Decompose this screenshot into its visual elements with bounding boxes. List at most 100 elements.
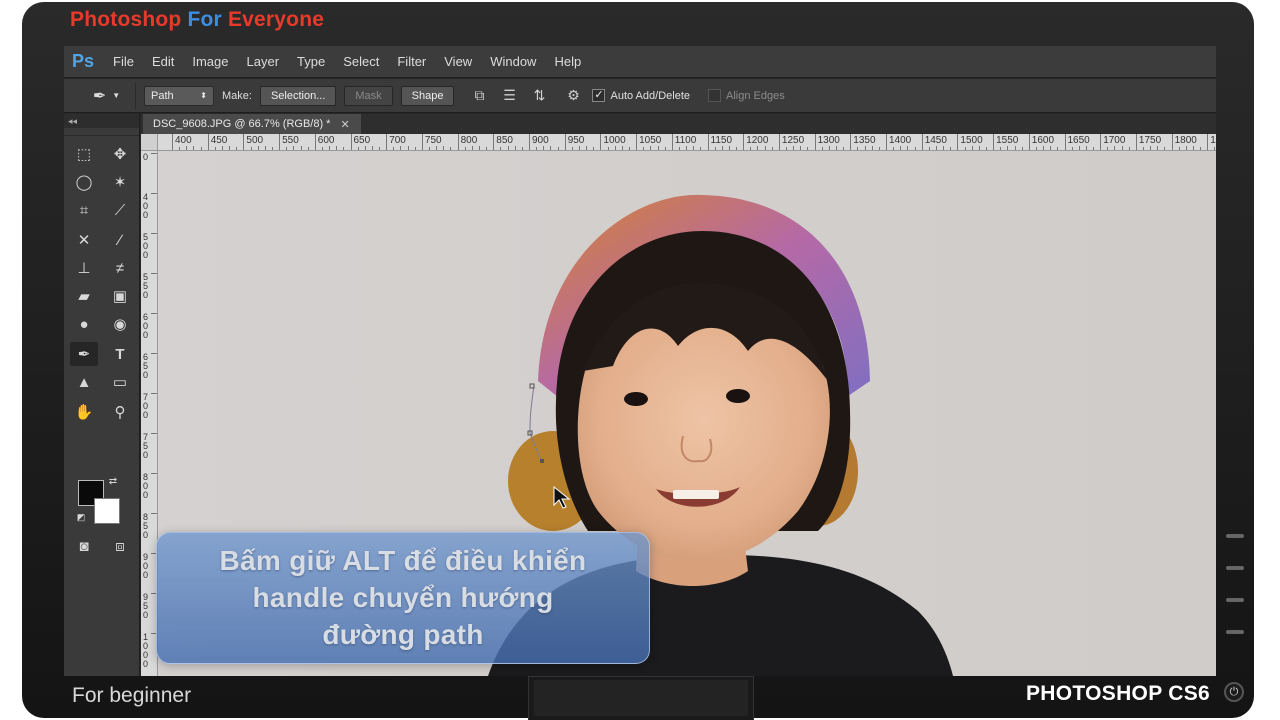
quick-mask-icon[interactable]: ◙	[70, 534, 98, 558]
collapse-toolbox-icon[interactable]: ◂◂	[64, 114, 139, 128]
ruler-h-label: 1200	[746, 135, 769, 146]
zoom-tool-icon[interactable]: ⚲	[106, 400, 134, 424]
type-tool-icon[interactable]: T	[106, 342, 134, 366]
ruler-h-minor-tick	[971, 146, 973, 150]
ruler-h-label: 1450	[924, 135, 947, 146]
ruler-v-label: 1 0 0 0	[143, 632, 149, 669]
background-color-swatch[interactable]	[94, 498, 120, 524]
ruler-h-label: 1750	[1138, 135, 1162, 146]
ruler-h-minor-tick	[507, 146, 509, 150]
menu-layer[interactable]: Layer	[238, 54, 289, 69]
ruler-h-label: 950	[567, 135, 585, 146]
ruler-v-tick	[151, 513, 157, 514]
document-tab[interactable]: DSC_9608.JPG @ 66.7% (RGB/8) * ✕	[143, 114, 361, 134]
ruler-h-minor-tick	[893, 147, 895, 150]
ruler-h-minor-tick	[200, 147, 202, 150]
path-selection-tool-icon[interactable]: ▲	[70, 370, 98, 394]
menu-select[interactable]: Select	[334, 54, 388, 69]
ruler-h-tick	[207, 134, 209, 150]
tool-preset-picker[interactable]: ✒ ▼	[78, 82, 136, 109]
ruler-h-label: 1300	[817, 135, 840, 146]
magic-wand-tool-icon[interactable]: ✶	[106, 170, 134, 194]
menu-type[interactable]: Type	[288, 54, 334, 69]
gear-icon[interactable]: ⚙	[562, 85, 584, 107]
ruler-h-tick	[886, 134, 887, 150]
ruler-h-minor-tick	[1021, 147, 1023, 150]
close-icon[interactable]: ✕	[340, 118, 349, 131]
ruler-h-tick	[279, 134, 281, 150]
ruler-h-minor-tick	[1178, 147, 1180, 150]
pen-mode-value: Path	[151, 89, 174, 102]
pen-mode-select[interactable]: Path ⬍	[144, 85, 214, 106]
menu-window[interactable]: Window	[481, 54, 545, 69]
eyedropper-tool-icon[interactable]: ⟋	[106, 198, 134, 222]
dodge-tool-icon[interactable]: ◉	[106, 312, 134, 336]
ruler-v-tick	[151, 153, 157, 154]
ruler-h-minor-tick	[179, 147, 181, 150]
ruler-h-minor-tick	[429, 147, 431, 150]
default-colors-icon[interactable]: ◩	[74, 510, 88, 524]
ruler-h-minor-tick	[714, 147, 716, 150]
ruler-corner[interactable]	[141, 134, 158, 151]
menu-file[interactable]: File	[104, 54, 143, 69]
align-edges-checkbox[interactable]	[708, 89, 721, 102]
brush-tool-icon[interactable]: ∕	[106, 228, 134, 252]
ruler-h-label: 450	[210, 135, 228, 146]
subtitle-line-2: handle chuyển hướng	[252, 582, 554, 613]
photoshop-window: Ps File Edit Image Layer Type Select Fil…	[64, 46, 1216, 676]
hand-tool-icon[interactable]: ✋	[70, 400, 98, 424]
move-tool-icon[interactable]: ✥	[106, 142, 134, 166]
clone-stamp-tool-icon[interactable]: ⊥	[70, 256, 98, 280]
menu-image[interactable]: Image	[183, 54, 237, 69]
swap-colors-icon[interactable]: ⇄	[106, 474, 120, 488]
crop-tool-icon[interactable]: ⌗	[70, 198, 98, 222]
ruler-h-label: 1500	[960, 135, 983, 146]
path-operations-icon[interactable]: ⧉	[468, 85, 490, 107]
screen-mode-icon[interactable]: ⧈	[106, 534, 134, 558]
document-tab-title: DSC_9608.JPG @ 66.7% (RGB/8) *	[153, 118, 331, 130]
ruler-h-minor-tick	[543, 146, 545, 150]
menu-filter[interactable]: Filter	[388, 54, 435, 69]
rectangle-tool-icon[interactable]: ▭	[106, 370, 134, 394]
ruler-h-minor-tick	[693, 146, 695, 150]
ruler-h-tick	[350, 134, 352, 150]
ruler-v-label: 4 0 0	[143, 192, 149, 220]
blur-tool-icon[interactable]: ●	[70, 312, 98, 336]
marquee-tool-icon[interactable]: ⬚	[70, 142, 98, 166]
ruler-h-minor-tick	[379, 147, 381, 150]
ruler-h-minor-tick	[728, 146, 730, 150]
lasso-tool-icon[interactable]: ◯	[70, 170, 98, 194]
ruler-h-tick	[957, 134, 959, 150]
auto-add-delete-checkbox[interactable]: ✓	[592, 89, 606, 102]
menu-help[interactable]: Help	[545, 54, 590, 69]
ruler-v-label: 9 0 0	[143, 552, 149, 580]
ruler-h-minor-tick	[514, 146, 516, 150]
menu-edit[interactable]: Edit	[143, 54, 183, 69]
make-mask-button[interactable]: Mask	[344, 85, 393, 106]
history-brush-tool-icon[interactable]: ≠	[106, 256, 134, 280]
horizontal-ruler[interactable]: 400 450 500 550 600 650 700 750 800 850 900 950 1000…	[158, 134, 1216, 151]
make-shape-button[interactable]: Shape	[400, 85, 455, 106]
ruler-h-minor-tick	[286, 147, 288, 150]
ruler-h-minor-tick	[914, 147, 916, 150]
ruler-h-label: 185	[1210, 135, 1216, 146]
path-alignment-icon[interactable]: ☰	[498, 85, 520, 107]
ruler-h-minor-tick	[236, 147, 238, 150]
toolbox-grip	[64, 128, 139, 136]
gradient-tool-icon[interactable]: ▣	[106, 284, 134, 308]
ruler-h-tick	[457, 134, 459, 150]
ruler-h-minor-tick	[578, 146, 580, 150]
ruler-h-label: 1050	[639, 135, 662, 146]
pen-tool-icon[interactable]: ✒	[70, 342, 98, 366]
ruler-h-tick	[493, 134, 495, 150]
path-arrangement-icon[interactable]: ⇅	[528, 85, 550, 107]
healing-brush-tool-icon[interactable]: ✕	[70, 228, 98, 252]
menu-view[interactable]: View	[435, 54, 481, 69]
ruler-h-tick	[743, 134, 745, 150]
ruler-h-label: 1150	[710, 135, 733, 146]
brand-part-photoshop: Photoshop	[70, 8, 188, 31]
footer-version-label: PHOTOSHOP CS6	[1026, 682, 1211, 705]
eraser-tool-icon[interactable]: ▰	[70, 284, 98, 308]
make-selection-button[interactable]: Selection...	[259, 85, 337, 106]
bezel-button-4	[1226, 630, 1244, 634]
